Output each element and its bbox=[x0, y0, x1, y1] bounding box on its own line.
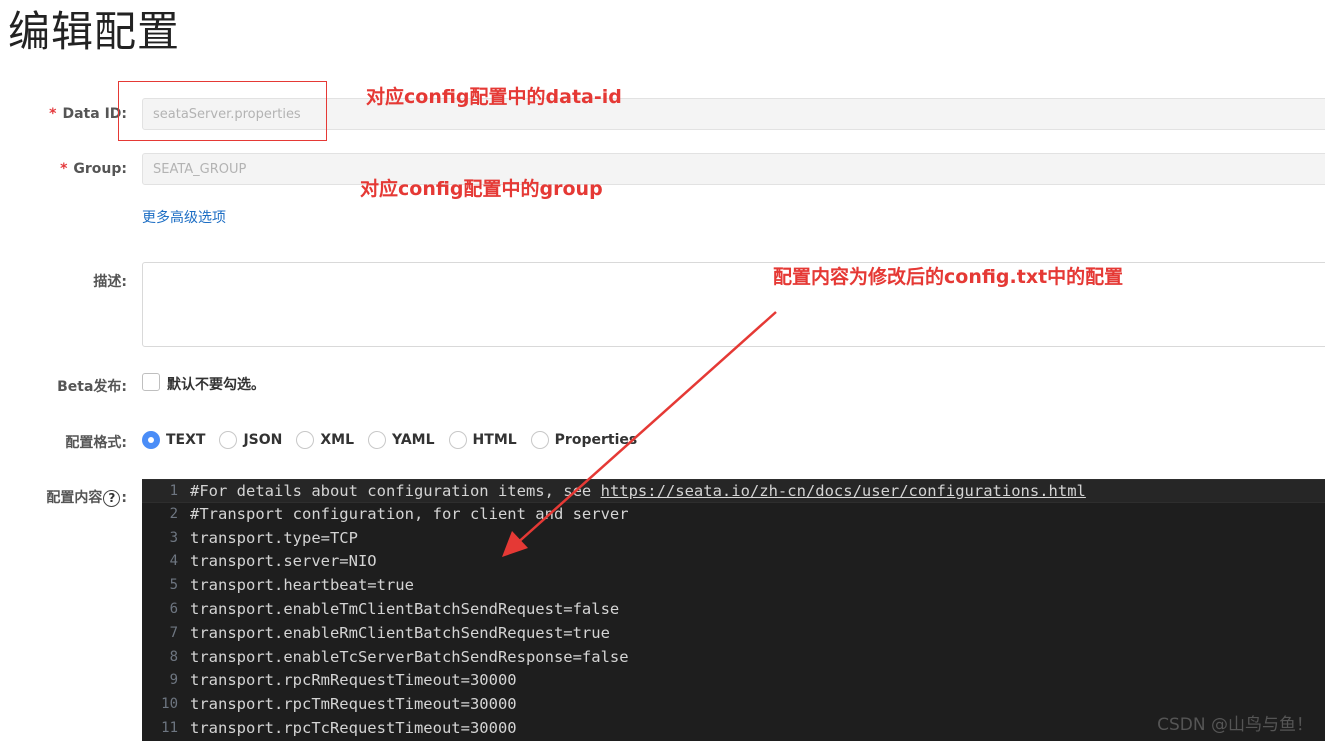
watermark: CSDN @山鸟与鱼！ bbox=[1157, 715, 1313, 735]
annotation-arrow-icon bbox=[502, 311, 777, 557]
